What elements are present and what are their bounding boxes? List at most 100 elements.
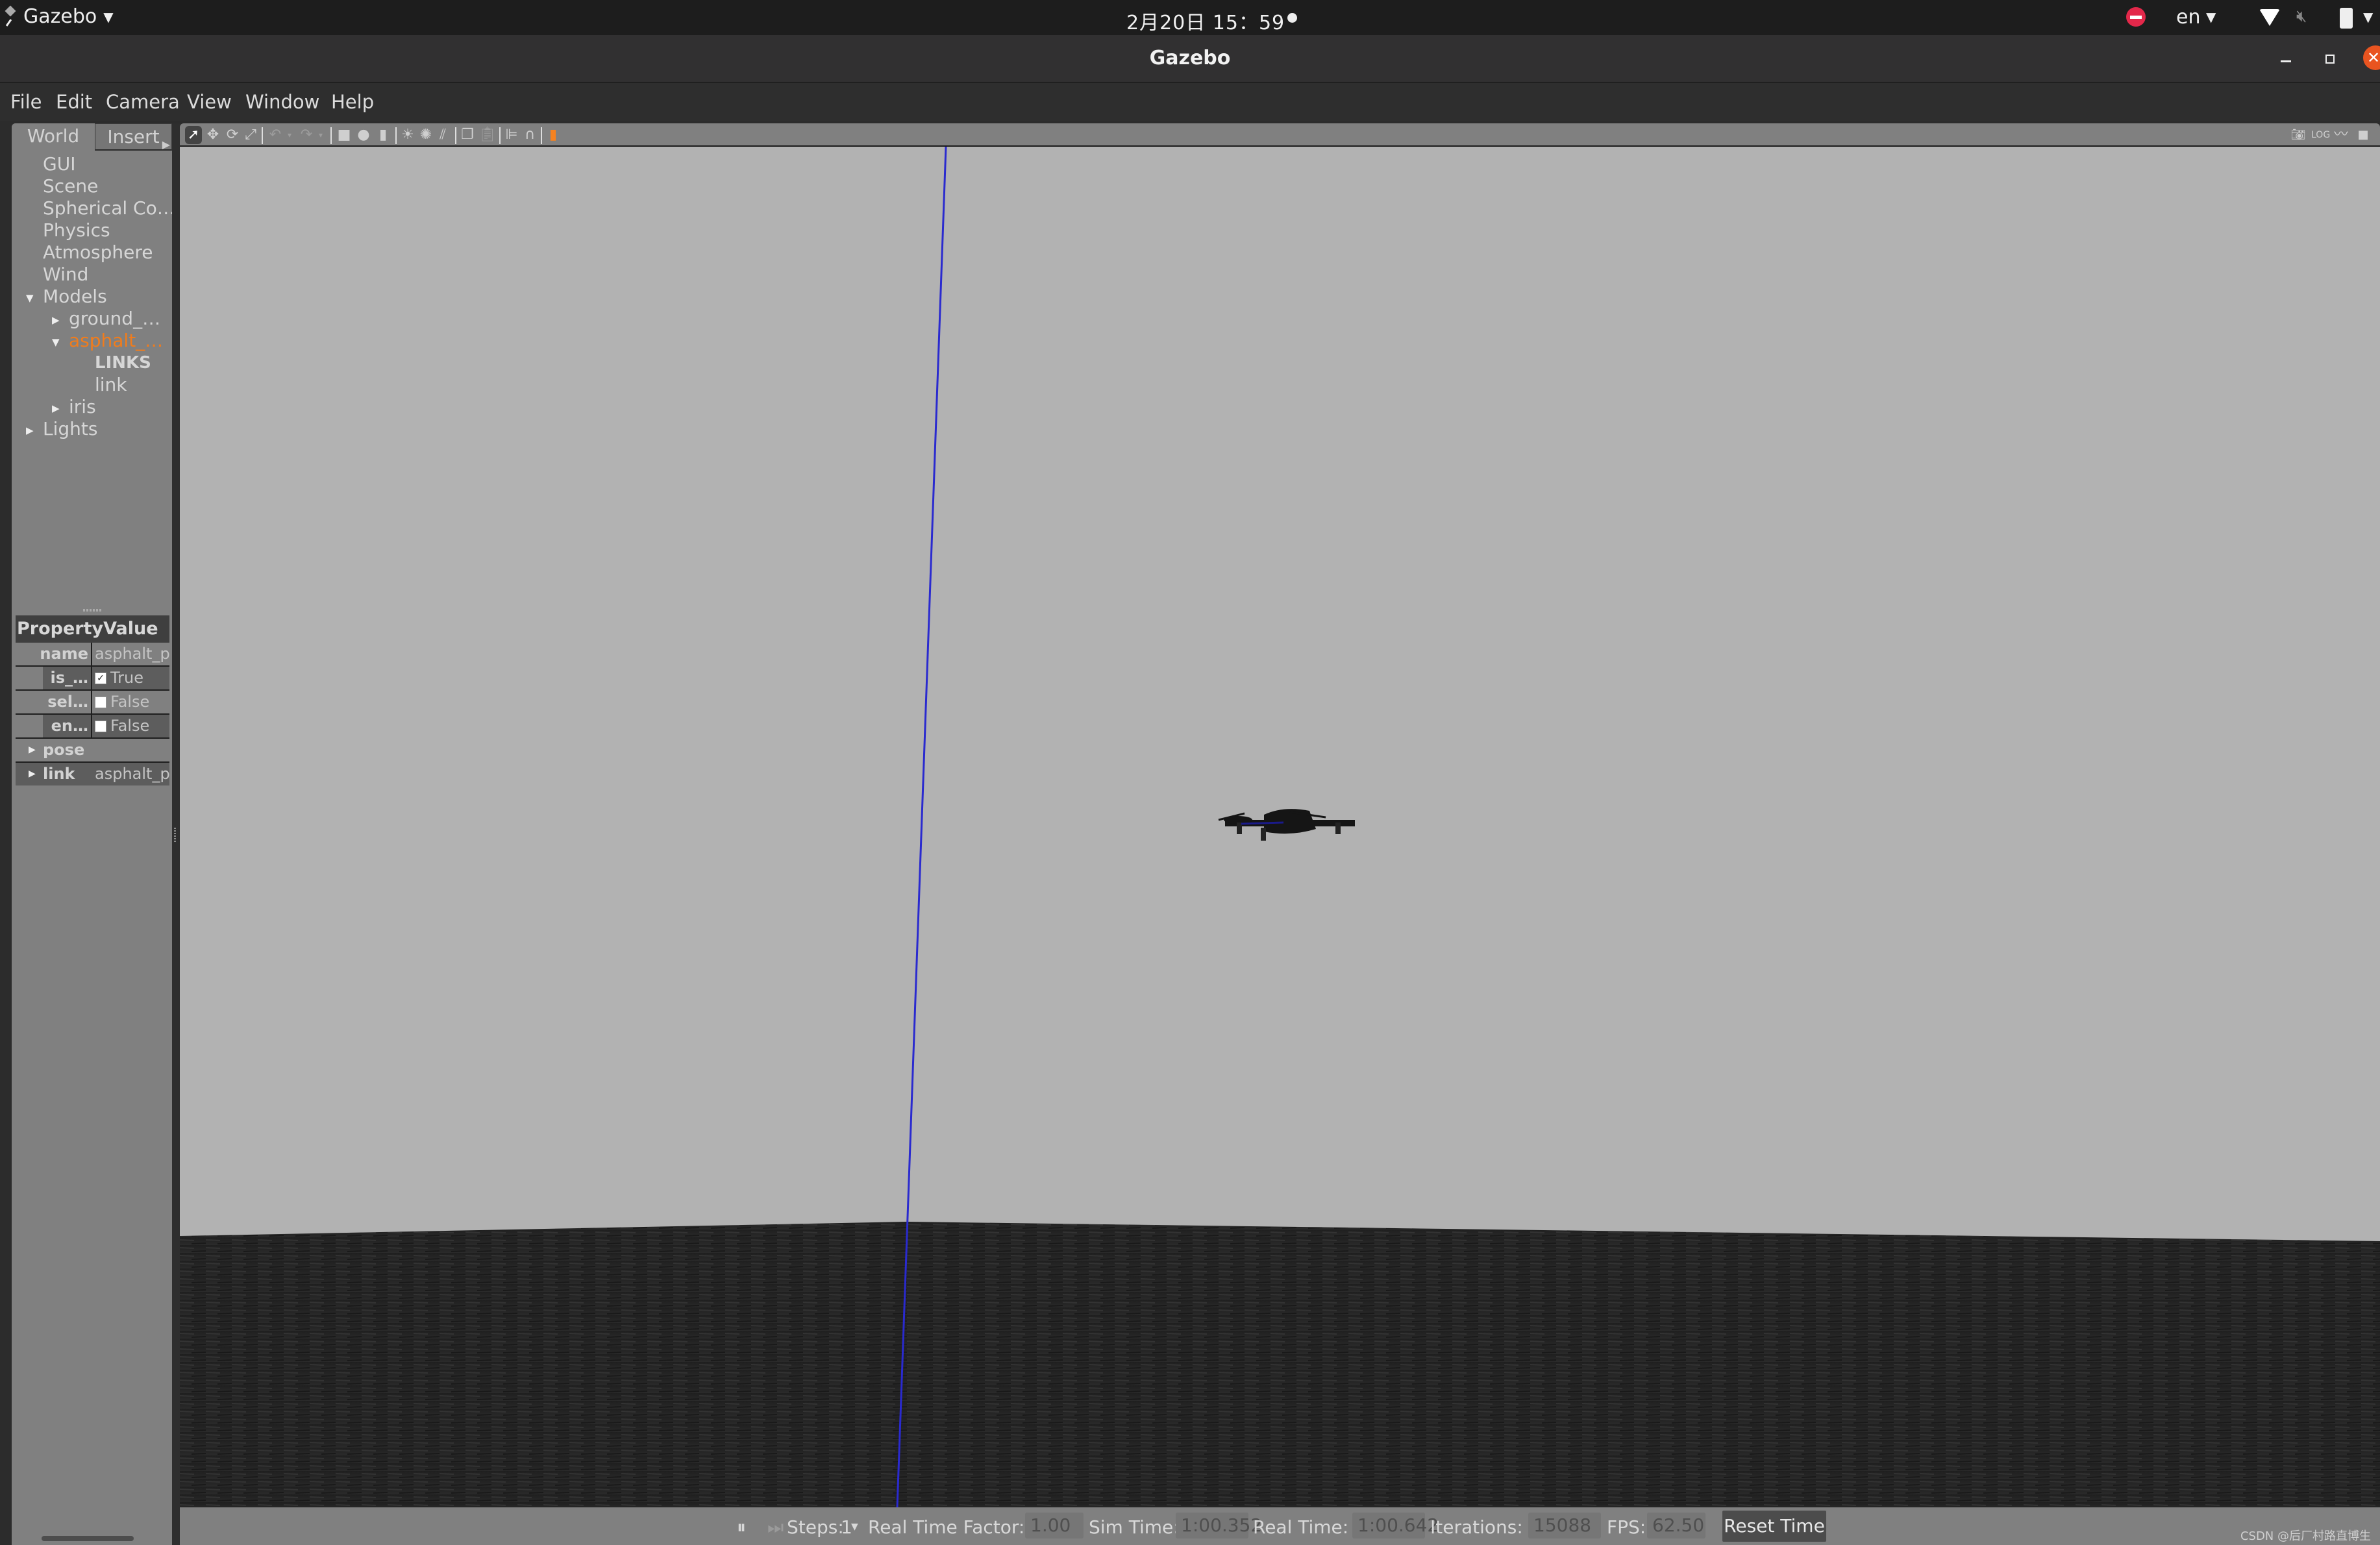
undo-history-icon[interactable]: ▾ <box>281 126 298 144</box>
point-light-icon[interactable]: ☀ <box>399 126 416 144</box>
tree-item-link[interactable]: link <box>95 374 127 395</box>
volume-muted-icon[interactable]: 🔇︎ <box>2296 6 2307 27</box>
align-icon[interactable]: ⊫ <box>503 126 520 144</box>
menu-help[interactable]: Help <box>331 91 374 113</box>
tree-item-iris[interactable]: ▶ iris <box>52 396 96 417</box>
real-time-value: 1:00.642 <box>1352 1513 1439 1539</box>
tree-item-scene[interactable]: Scene <box>43 175 98 197</box>
step-button[interactable]: ⏭︎ <box>767 1516 784 1539</box>
tree-item-ground-plane[interactable]: ▶ ground_… <box>52 308 161 329</box>
pause-button[interactable]: ⏸︎ <box>737 1516 746 1539</box>
steps-chevron-down-icon[interactable]: ▼ <box>851 1522 858 1532</box>
property-value: True <box>110 669 143 687</box>
select-mode-icon[interactable]: ➚ <box>185 126 202 144</box>
tree-item-wind[interactable]: Wind <box>43 264 88 285</box>
tree-item-label: Lights <box>43 418 98 439</box>
menu-camera[interactable]: Camera <box>106 91 180 113</box>
maximize-button[interactable] <box>2325 55 2335 64</box>
tree-item-label: iris <box>69 396 96 417</box>
status-bar: ⏸︎ ⏭︎ Steps: 1 ▼ Real Time Factor: 1.00 … <box>180 1507 2380 1545</box>
log-icon[interactable]: LOG <box>2311 126 2330 144</box>
checkbox-unchecked[interactable] <box>95 697 106 708</box>
property-group-link[interactable]: ▶ link asphalt_p <box>16 761 169 785</box>
cylinder-shape-icon[interactable]: ▮ <box>375 126 391 144</box>
directional-light-icon[interactable]: ⫽ <box>434 126 451 144</box>
real-time-label: Real Time: <box>1253 1516 1349 1538</box>
collapsed-arrow-icon[interactable]: ▶ <box>29 763 36 785</box>
ground-plane <box>180 1222 2380 1507</box>
app-menu[interactable]: Gazebo ▼ <box>5 5 114 28</box>
expanded-arrow-icon[interactable]: ▼ <box>52 336 60 348</box>
system-menu-chevron-icon[interactable]: ▼ <box>2363 9 2373 25</box>
real-time-factor-label: Real Time Factor: <box>868 1516 1025 1538</box>
plot-icon[interactable]: 〰 <box>2333 126 2349 144</box>
do-not-disturb-icon[interactable] <box>2126 7 2146 27</box>
toolbar-separator <box>455 127 456 144</box>
reset-time-button[interactable]: Reset Time <box>1722 1511 1826 1542</box>
tree-item-atmosphere[interactable]: Atmosphere <box>43 241 153 263</box>
paste-icon[interactable]: 📋︎ <box>478 126 497 144</box>
toolbar-separator <box>330 127 332 144</box>
left-panel-splitter[interactable] <box>172 123 180 1545</box>
wifi-icon[interactable] <box>2259 9 2280 26</box>
expanded-arrow-icon[interactable]: ▼ <box>26 292 34 304</box>
menu-edit[interactable]: Edit <box>56 91 92 113</box>
menu-window[interactable]: Window <box>245 91 319 113</box>
tab-insert-label: Insert <box>107 126 160 147</box>
checkbox-checked[interactable]: ✓ <box>95 673 106 684</box>
menu-view[interactable]: View <box>187 91 232 113</box>
tree-item-lights[interactable]: ▶ Lights <box>26 418 98 439</box>
property-key: en… <box>16 715 92 737</box>
tree-item-models[interactable]: ▼ Models <box>26 286 107 307</box>
copy-icon[interactable]: ❐ <box>459 126 476 144</box>
spot-light-icon[interactable]: ✺ <box>417 126 434 144</box>
menu-file[interactable]: File <box>10 91 42 113</box>
battery-icon[interactable] <box>2340 8 2353 29</box>
tab-world[interactable]: World <box>12 123 95 151</box>
scale-mode-icon[interactable]: ⤢ <box>242 126 259 144</box>
collapsed-arrow-icon[interactable]: ▶ <box>52 402 60 414</box>
scene-render <box>180 147 2380 1507</box>
tree-item-physics[interactable]: Physics <box>43 219 110 241</box>
collapsed-arrow-icon[interactable]: ▶ <box>52 314 60 326</box>
minimize-button[interactable] <box>2281 60 2291 62</box>
property-group-pose[interactable]: ▶ pose <box>16 739 169 761</box>
translate-mode-icon[interactable]: ✥ <box>205 126 221 144</box>
video-record-icon[interactable]: ■ <box>2355 126 2372 144</box>
property-row-enable-wind: en… False <box>16 715 169 739</box>
scene-viewport[interactable] <box>180 147 2380 1507</box>
tree-item-spherical-coordinates[interactable]: Spherical Co… <box>43 197 175 219</box>
property-row-self-collide: sel… False <box>16 691 169 715</box>
property-row-is-static: is_… ✓ True <box>16 667 169 691</box>
snap-magnet-icon[interactable]: ∩ <box>521 126 538 144</box>
iterations-label: Iterations: <box>1430 1516 1523 1538</box>
collapsed-arrow-icon[interactable]: ▶ <box>29 739 36 761</box>
redo-history-icon[interactable]: ▾ <box>312 126 329 144</box>
fps-label: FPS: <box>1607 1516 1646 1538</box>
horizontal-scrollbar[interactable] <box>42 1536 134 1541</box>
tree-item-gui[interactable]: GUI <box>43 153 75 175</box>
tree-item-label: ground_… <box>69 308 161 329</box>
screenshot-camera-icon[interactable]: 📷︎ <box>2290 126 2307 144</box>
tree-item-label: Models <box>43 286 107 307</box>
view-angle-icon[interactable]: ▮ <box>545 126 562 144</box>
property-value[interactable]: asphalt_p <box>95 643 169 665</box>
panel-splitter-handle[interactable] <box>83 609 103 612</box>
iterations-value: 15088 <box>1528 1513 1601 1539</box>
language-indicator[interactable]: en <box>2176 6 2200 29</box>
tab-scroll-arrow-icon[interactable]: ▶ <box>162 132 170 158</box>
fps-value: 62.50 <box>1647 1513 1705 1539</box>
sim-time-value: 1:00.352 <box>1176 1513 1262 1539</box>
splitter-grip-icon <box>174 828 176 842</box>
tree-item-asphalt-plane[interactable]: ▼ asphalt_… <box>52 330 163 351</box>
checkbox-unchecked[interactable] <box>95 721 106 732</box>
sphere-shape-icon[interactable]: ● <box>355 126 372 144</box>
rotate-mode-icon[interactable]: ⟳ <box>224 126 241 144</box>
property-value: False <box>110 693 150 711</box>
clock[interactable]: 2月20日 15：59 <box>1126 6 1285 35</box>
system-top-bar: Gazebo ▼ 2月20日 15：59 en ▼ 🔇︎ ▼ <box>0 0 2380 35</box>
tab-insert[interactable]: Insert ▶ <box>95 123 172 151</box>
property-key: link <box>43 765 75 783</box>
collapsed-arrow-icon[interactable]: ▶ <box>26 425 34 436</box>
box-shape-icon[interactable]: ■ <box>336 126 353 144</box>
